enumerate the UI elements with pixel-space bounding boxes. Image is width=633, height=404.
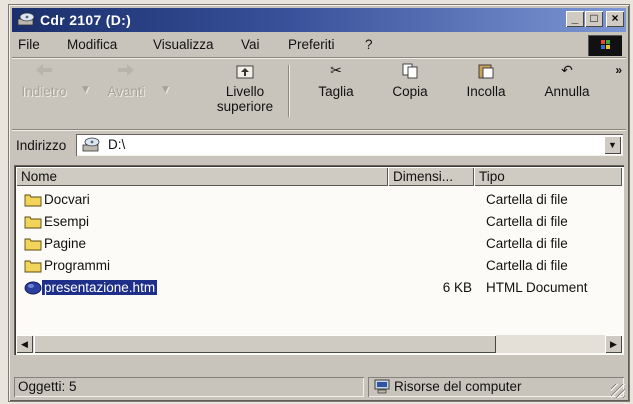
toolbar-separator — [288, 65, 290, 117]
file-type: HTML Document — [486, 280, 588, 295]
file-row-docvari[interactable]: Docvari Cartella di file — [16, 189, 622, 211]
copy-icon — [382, 63, 438, 81]
html-document-icon — [24, 281, 42, 295]
file-size: 6 KB — [442, 280, 472, 295]
folder-icon — [24, 194, 42, 207]
column-header-name[interactable]: Nome — [16, 167, 388, 186]
menu-preferiti[interactable]: Preferiti — [288, 37, 335, 52]
copy-label: Copia — [392, 84, 428, 99]
windows-logo — [588, 35, 622, 56]
menu-bar: File Modifica Visualizza Vai Preferiti ? — [12, 34, 626, 56]
file-type: Cartella di file — [486, 258, 568, 273]
file-name: Programmi — [44, 258, 111, 273]
address-input[interactable]: D:\ ▼ — [76, 134, 623, 156]
file-row-programmi[interactable]: Programmi Cartella di file — [16, 255, 622, 277]
folder-icon — [24, 260, 42, 273]
forward-button[interactable]: Avanti — [102, 63, 150, 99]
toolbar: Indietro ▾ Avanti ▾ Livello superiore ✂ … — [12, 59, 626, 127]
menu-modifica[interactable]: Modifica — [67, 37, 117, 52]
paste-label: Incolla — [466, 84, 506, 99]
file-type: Cartella di file — [486, 192, 568, 207]
file-name: presentazione.htm — [42, 280, 158, 295]
cut-label: Taglia — [318, 84, 354, 99]
up-level-button[interactable]: Livello superiore — [212, 63, 278, 114]
file-list: Nome Dimensi... Tipo Docvari Cartella di… — [14, 165, 624, 355]
up-label-2: superiore — [216, 99, 274, 114]
file-row-presentazione[interactable]: presentazione.htm 6 KB HTML Document — [16, 277, 622, 299]
menu-vai[interactable]: Vai — [241, 37, 260, 52]
cd-drive-icon — [17, 12, 35, 26]
back-dropdown[interactable]: ▾ — [82, 81, 89, 96]
window-controls: _ □ × — [565, 11, 624, 29]
undo-button[interactable]: ↶ Annulla — [536, 62, 598, 100]
file-name: Esempi — [44, 214, 90, 229]
address-value: D:\ — [108, 137, 126, 152]
cut-button[interactable]: ✂ Taglia — [308, 62, 364, 100]
forward-arrow-icon — [102, 63, 150, 81]
address-bar: Indirizzo D:\ ▼ — [12, 132, 626, 160]
cd-drive-icon — [82, 137, 100, 152]
resize-grip[interactable] — [611, 384, 625, 398]
file-type: Cartella di file — [486, 214, 568, 229]
file-row-esempi[interactable]: Esempi Cartella di file — [16, 211, 622, 233]
folder-up-icon — [212, 63, 278, 81]
explorer-window: Cdr 2107 (D:) _ □ × File Modifica Visualiz… — [8, 4, 630, 402]
scroll-right-button[interactable]: ▶ — [605, 335, 622, 353]
menu-help[interactable]: ? — [365, 37, 373, 52]
forward-label: Avanti — [107, 84, 145, 99]
computer-icon — [374, 379, 390, 394]
minimize-button[interactable]: _ — [566, 11, 584, 27]
menu-visualizza[interactable]: Visualizza — [153, 37, 214, 52]
back-arrow-icon — [20, 63, 68, 81]
column-header-type[interactable]: Tipo — [474, 167, 622, 186]
horizontal-scrollbar[interactable]: ◀ ▶ — [16, 335, 622, 353]
up-label-1: Livello — [225, 84, 265, 99]
forward-dropdown[interactable]: ▾ — [162, 81, 169, 96]
title-bar[interactable]: Cdr 2107 (D:) _ □ × — [12, 8, 626, 32]
scroll-left-button[interactable]: ◀ — [16, 335, 33, 353]
window-title: Cdr 2107 (D:) — [40, 12, 132, 28]
folder-icon — [24, 238, 42, 251]
close-button[interactable]: × — [606, 11, 624, 27]
undo-label: Annulla — [544, 84, 590, 99]
undo-icon: ↶ — [561, 62, 573, 78]
scissors-icon: ✂ — [330, 62, 342, 78]
column-header-size[interactable]: Dimensi... — [388, 167, 474, 186]
status-object-count: Oggetti: 5 — [14, 377, 364, 397]
copy-button[interactable]: Copia — [382, 63, 438, 99]
file-row-pagine[interactable]: Pagine Cartella di file — [16, 233, 622, 255]
address-label: Indirizzo — [16, 138, 67, 153]
maximize-button[interactable]: □ — [585, 11, 603, 27]
status-location-panel: Risorse del computer — [368, 377, 624, 397]
back-label: Indietro — [21, 84, 67, 99]
paste-button[interactable]: Incolla — [456, 63, 516, 99]
clipboard-icon — [456, 63, 516, 81]
toolbar-more-chevron-icon[interactable]: » — [615, 63, 622, 77]
status-bar: Oggetti: 5 Risorse del computer — [12, 377, 626, 399]
menu-file[interactable]: File — [18, 37, 40, 52]
windows-flag-icon — [601, 40, 610, 49]
folder-icon — [24, 216, 42, 229]
scroll-thumb[interactable] — [34, 335, 496, 353]
file-type: Cartella di file — [486, 236, 568, 251]
back-button[interactable]: Indietro — [20, 63, 68, 99]
toolbar-separator-bottom — [12, 129, 626, 131]
status-location: Risorse del computer — [394, 379, 522, 394]
address-dropdown-button[interactable]: ▼ — [604, 136, 621, 154]
file-name: Pagine — [44, 236, 87, 251]
file-name: Docvari — [44, 192, 90, 207]
